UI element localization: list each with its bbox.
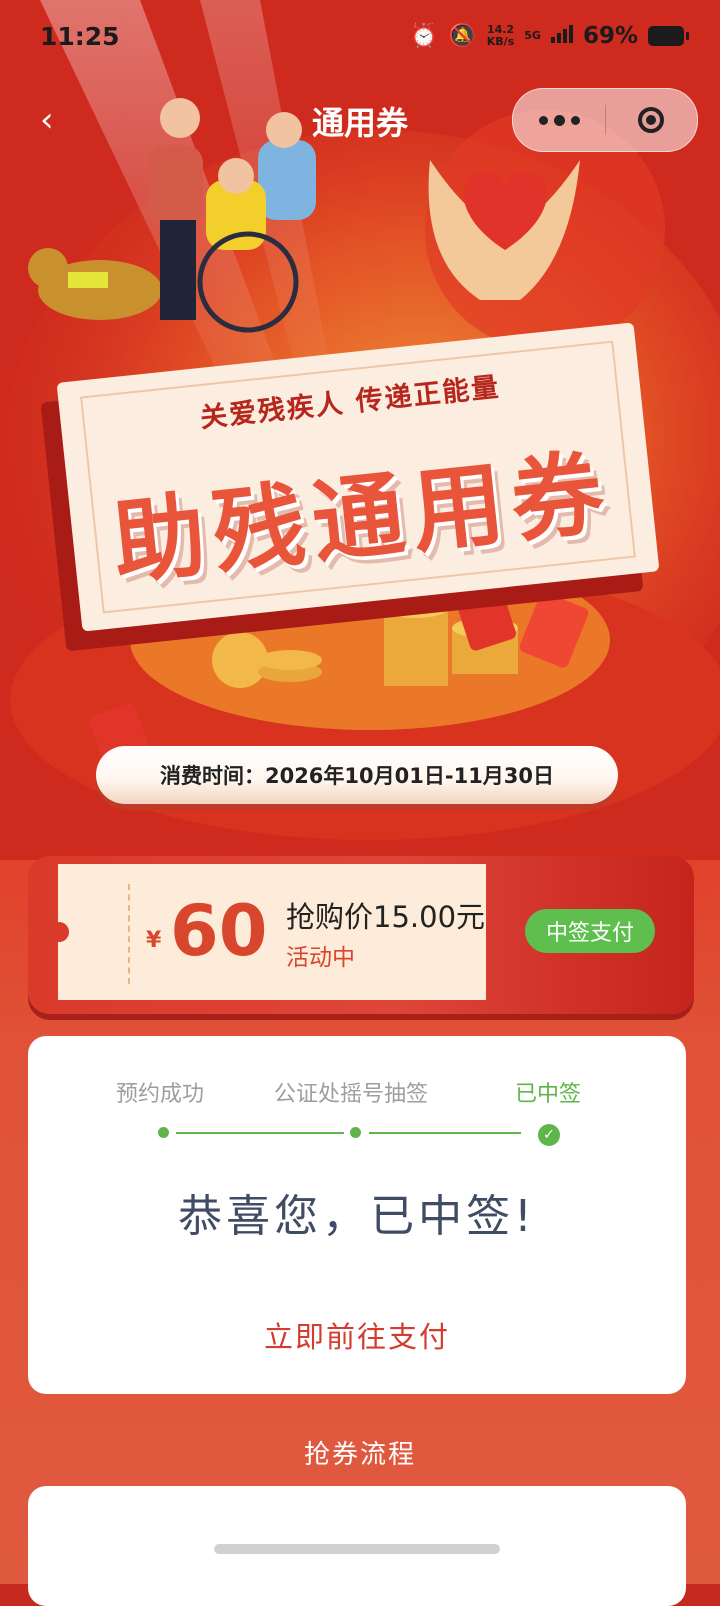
- more-dot: [553, 114, 565, 126]
- signal-icon: [550, 23, 573, 49]
- more-button[interactable]: [513, 89, 605, 151]
- battery-icon: [648, 25, 689, 46]
- close-button[interactable]: [605, 89, 697, 151]
- home-indicator[interactable]: [214, 1544, 500, 1554]
- more-dots-icon: [538, 115, 548, 125]
- step-dot: [350, 1127, 361, 1138]
- status-time: 11:25: [40, 22, 120, 51]
- status-icons: ⏰ 🔕 14.2 KB/s 5G 69%: [409, 22, 689, 49]
- net-speed: 14.2 KB/s: [486, 23, 515, 48]
- ticket-notch: [49, 922, 69, 942]
- result-message: 恭喜您，已中签!: [178, 1191, 536, 1242]
- dashed-divider: [128, 884, 130, 984]
- step-label-won: 已中签: [515, 1082, 582, 1107]
- check-icon: ✓: [538, 1124, 560, 1146]
- progress-track: [176, 1132, 344, 1134]
- target-close-icon: [638, 107, 664, 133]
- progress-track: [369, 1132, 521, 1134]
- purchase-price: 抢购价15.00元: [286, 900, 486, 934]
- section-title-flow: 抢券流程: [303, 1440, 416, 1470]
- net-speed-unit: KB/s: [486, 34, 515, 48]
- status-bar: 11:25 ⏰ 🔕 14.2 KB/s 5G 69%: [0, 0, 720, 80]
- coupon-stub: ¥ 60 抢购价15.00元 活动中: [49, 864, 486, 1000]
- mini-program-capsule: [512, 88, 698, 152]
- go-pay-link[interactable]: 立即前往支付: [28, 1314, 686, 1356]
- step-label-reserved: 预约成功: [116, 1082, 205, 1107]
- battery-percent: 69%: [582, 22, 638, 49]
- more-dot: [570, 115, 580, 125]
- consume-time-pill: 消费时间：2026年10月01日-11月30日: [96, 746, 618, 804]
- progress-steps: 预约成功 公证处摇号抽签 已中签: [28, 1076, 686, 1107]
- step-dot: [158, 1127, 169, 1138]
- step-label-lottery: 公证处摇号抽签: [274, 1082, 429, 1107]
- alarm-icon: ⏰: [409, 23, 439, 49]
- mute-bell-icon: 🔕: [448, 23, 477, 49]
- activity-status: 活动中: [286, 945, 355, 971]
- coupon-price-card: ¥ 60 抢购价15.00元 活动中 中签支付: [28, 856, 694, 1014]
- winning-pay-button[interactable]: 中签支付: [525, 909, 655, 953]
- network-type: 5G: [524, 29, 541, 42]
- lottery-progress-card: 预约成功 公证处摇号抽签 已中签 ✓ 恭喜您，已中签! 立即前往支付: [28, 1036, 686, 1394]
- currency-symbol: ¥: [146, 928, 162, 953]
- coupon-amount: 60: [170, 890, 268, 972]
